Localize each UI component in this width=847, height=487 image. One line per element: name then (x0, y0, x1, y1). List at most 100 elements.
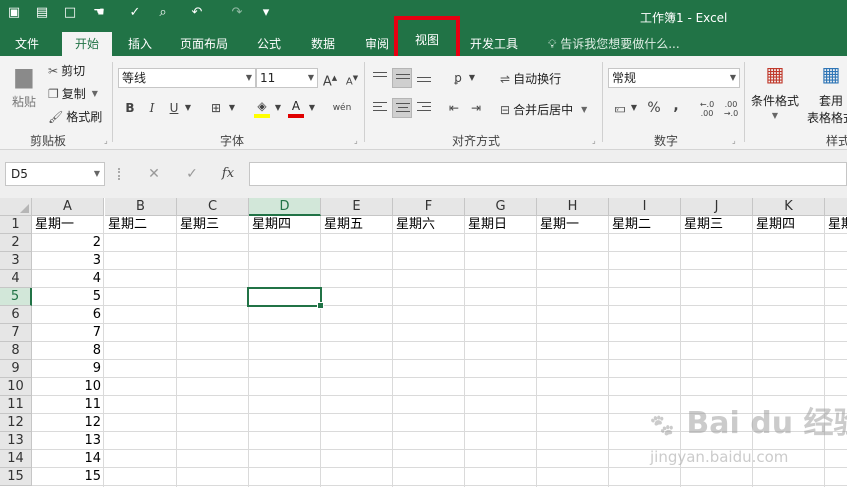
tell-me-box[interactable]: 💡︎ 告诉我您想要做什么... (548, 32, 680, 56)
cell[interactable]: 星期日 (465, 216, 537, 233)
chevron-down-icon[interactable]: ▼ (628, 98, 640, 118)
cell[interactable]: 12 (32, 414, 104, 431)
cell[interactable]: 星期一 (537, 216, 609, 233)
cell[interactable]: 10 (32, 378, 104, 395)
cell[interactable]: 8 (32, 342, 104, 359)
row-header[interactable]: 14 (0, 450, 32, 468)
font-name-combo[interactable]: 等线 ▼ (118, 68, 256, 88)
tab-formulas[interactable]: 公式 (248, 32, 290, 56)
chevron-down-icon[interactable]: ▼ (272, 98, 284, 118)
row-header[interactable]: 4 (0, 270, 32, 288)
cell[interactable]: 3 (32, 252, 104, 269)
font-color-icon[interactable]: A (286, 96, 306, 118)
touch-mode-icon[interactable]: ☚ (86, 0, 112, 24)
row-header[interactable]: 1 (0, 216, 32, 234)
column-header[interactable]: D (249, 198, 321, 216)
cell[interactable]: 2 (32, 234, 104, 251)
shrink-font-button[interactable]: A▼ (342, 68, 362, 88)
underline-button[interactable]: U (164, 98, 184, 118)
row-header[interactable]: 3 (0, 252, 32, 270)
tab-review[interactable]: 审阅 (356, 32, 398, 56)
cell[interactable]: 星期四 (753, 216, 825, 233)
chevron-down-icon[interactable]: ▼ (226, 98, 238, 118)
row-header[interactable]: 6 (0, 306, 32, 324)
row-header[interactable]: 13 (0, 432, 32, 450)
tab-file[interactable]: 文件 (4, 32, 50, 56)
name-box[interactable]: D5 ▼ (5, 162, 105, 186)
cell[interactable]: 7 (32, 324, 104, 341)
cell[interactable]: 星期四 (249, 216, 321, 233)
alignment-launcher-icon[interactable]: ⌟ (592, 136, 596, 145)
insert-function-icon[interactable]: fx (214, 162, 242, 186)
align-top-icon[interactable] (370, 66, 390, 86)
cell[interactable]: 9 (32, 360, 104, 377)
phonetic-button[interactable]: wén (328, 98, 356, 118)
column-header[interactable]: B (105, 198, 177, 216)
column-header[interactable]: F (393, 198, 465, 216)
open-icon[interactable]: ▤ (32, 0, 52, 24)
undo-icon[interactable]: ↶ (182, 0, 212, 24)
cell[interactable]: 星期三 (681, 216, 753, 233)
cell[interactable]: 15 (32, 468, 104, 485)
font-size-combo[interactable]: 11 ▼ (256, 68, 318, 88)
format-as-table-button[interactable]: ▦ 套用 表格格式 (804, 62, 847, 126)
tab-developer[interactable]: 开发工具 (462, 32, 526, 56)
cell[interactable]: 11 (32, 396, 104, 413)
cancel-icon[interactable]: ✕ (140, 162, 168, 186)
row-header[interactable]: 7 (0, 324, 32, 342)
customize-qa-icon[interactable]: ▾ (258, 0, 274, 24)
bold-button[interactable]: B (120, 98, 140, 118)
formula-input[interactable] (249, 162, 847, 186)
align-right-icon[interactable] (414, 98, 434, 118)
worksheet-grid[interactable]: A B C D E F G H I J K 1 2 3 4 5 6 7 8 9 10 11 12 13 14 15 星期一 星期二 星期… (0, 198, 847, 487)
cell[interactable]: 6 (32, 306, 104, 323)
row-header[interactable]: 8 (0, 342, 32, 360)
merge-center-button[interactable]: ⊟ 合并后居中 ▼ (500, 101, 587, 118)
comma-button[interactable]: , (666, 96, 686, 116)
column-header[interactable] (825, 198, 847, 216)
wrap-text-button[interactable]: ⇌ 自动换行 (500, 70, 561, 87)
fill-color-icon[interactable]: ◈ (252, 96, 272, 118)
cell[interactable]: 14 (32, 450, 104, 467)
cell[interactable]: 星期五 (321, 216, 393, 233)
cell[interactable]: 星期二 (609, 216, 681, 233)
clipboard-launcher-icon[interactable]: ⌟ (104, 136, 108, 145)
row-header[interactable]: 5 (0, 288, 32, 306)
new-doc-icon[interactable]: □ (60, 0, 80, 24)
tab-home[interactable]: 开始 (62, 32, 112, 56)
cell[interactable]: 星期三 (177, 216, 249, 233)
align-middle-icon[interactable] (392, 68, 412, 88)
row-header[interactable]: 2 (0, 234, 32, 252)
italic-button[interactable]: I (142, 98, 162, 118)
number-format-combo[interactable]: 常规 ▼ (608, 68, 740, 88)
orientation-icon[interactable]: ꝑ (448, 68, 468, 88)
borders-icon[interactable]: ⊞ (206, 98, 226, 118)
decrease-indent-icon[interactable]: ⇤ (444, 98, 464, 118)
conditional-format-button[interactable]: ▦ 条件格式 ▼ (748, 62, 802, 120)
tab-page-layout[interactable]: 页面布局 (172, 32, 236, 56)
tab-view[interactable]: 视图 (394, 16, 460, 60)
row-header[interactable]: 9 (0, 360, 32, 378)
align-left-icon[interactable] (370, 98, 390, 118)
row-header[interactable]: 11 (0, 396, 32, 414)
row-header[interactable]: 10 (0, 378, 32, 396)
column-header[interactable]: E (321, 198, 393, 216)
cell[interactable]: 4 (32, 270, 104, 287)
tab-insert[interactable]: 插入 (120, 32, 160, 56)
row-header[interactable]: 15 (0, 468, 32, 486)
format-painter-button[interactable]: 🖌︎ 格式刷 (48, 108, 102, 125)
number-launcher-icon[interactable]: ⌟ (732, 136, 736, 145)
tab-data[interactable]: 数据 (302, 32, 344, 56)
spellcheck-icon[interactable]: ✓ (124, 0, 146, 24)
save-icon[interactable]: ▣ (4, 0, 24, 24)
select-all-button[interactable] (0, 198, 32, 216)
increase-indent-icon[interactable]: ⇥ (466, 98, 486, 118)
column-header[interactable]: J (681, 198, 753, 216)
cell[interactable]: 星期二 (105, 216, 177, 233)
cell[interactable]: 5 (32, 288, 104, 305)
column-header[interactable]: H (537, 198, 609, 216)
cut-button[interactable]: ✂ 剪切 (48, 62, 85, 79)
copy-button[interactable]: ❐ 复制 ▼ (48, 85, 98, 102)
align-bottom-icon[interactable] (414, 68, 434, 88)
enter-icon[interactable]: ✓ (178, 162, 206, 186)
